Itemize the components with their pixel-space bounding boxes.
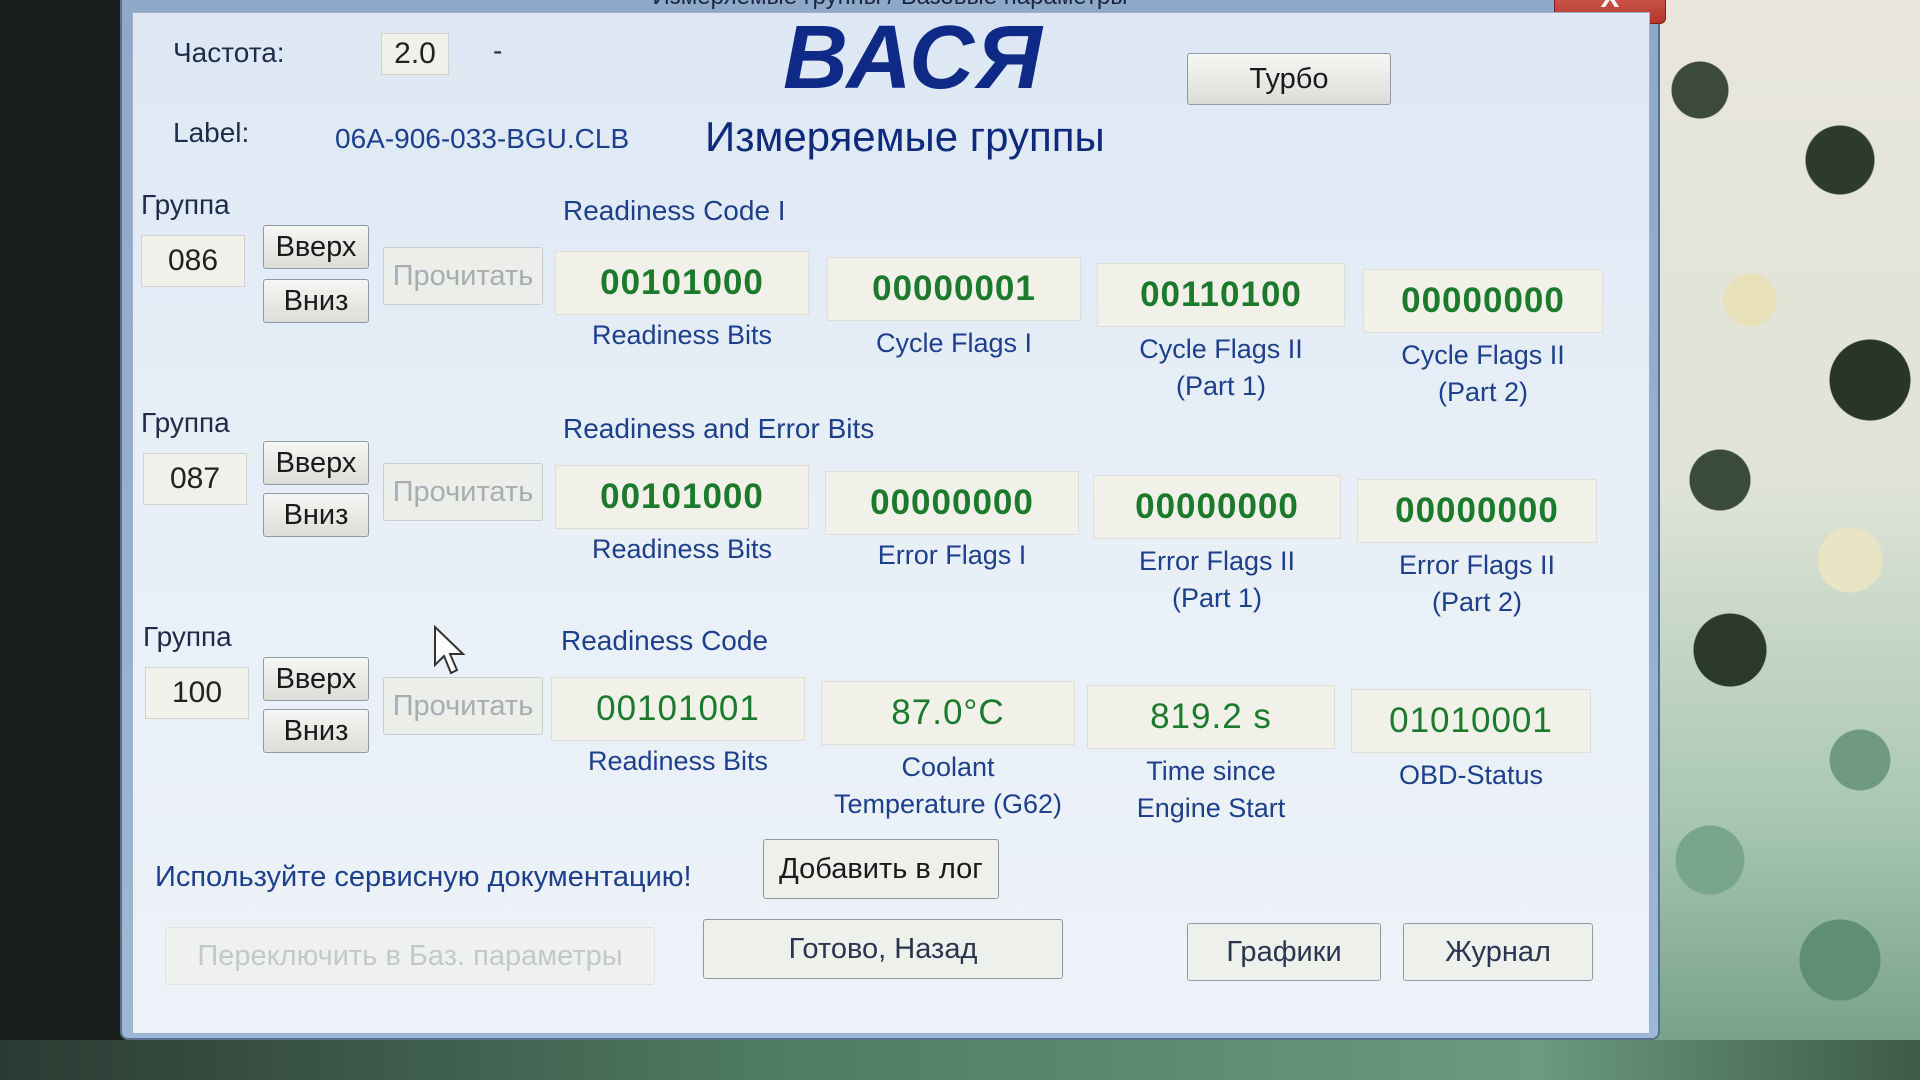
value-field: 00000000 xyxy=(1363,269,1603,333)
group-read-button[interactable]: Прочитать xyxy=(383,247,543,305)
group-number-input[interactable]: 100 xyxy=(145,667,249,719)
service-doc-hint: Используйте сервисную документацию! xyxy=(155,861,692,893)
mouse-cursor-icon xyxy=(434,625,466,675)
value-field: 00101000 xyxy=(555,251,809,315)
frequency-dash: - xyxy=(493,35,503,66)
group-read-button[interactable]: Прочитать xyxy=(383,463,543,521)
value-caption: Readiness Bits xyxy=(587,746,769,776)
value-caption: Coolant Temperature (G62) xyxy=(833,752,1063,819)
group-down-button[interactable]: Вниз xyxy=(263,709,369,753)
graphs-button[interactable]: Графики xyxy=(1187,923,1381,981)
journal-button[interactable]: Журнал xyxy=(1403,923,1593,981)
group-number-input[interactable]: 087 xyxy=(143,453,247,505)
group-label: Группа xyxy=(141,407,230,438)
group-title: Readiness Code xyxy=(561,625,769,656)
section-title: Измеряемые группы xyxy=(705,113,1105,160)
value-field: 00000000 xyxy=(1357,479,1597,543)
add-to-log-button[interactable]: Добавить в лог xyxy=(763,839,999,899)
group-title: Readiness and Error Bits xyxy=(563,413,875,444)
group-label: Группа xyxy=(141,189,230,220)
group-down-button[interactable]: Вниз xyxy=(263,279,369,323)
value-field: 00000000 xyxy=(1093,475,1341,539)
value-field: 819.2 s xyxy=(1087,685,1335,749)
group-down-button[interactable]: Вниз xyxy=(263,493,369,537)
group-up-button[interactable]: Вверх xyxy=(263,657,369,701)
value-caption: Time since Engine Start xyxy=(1136,756,1286,823)
value-field: 87.0°C xyxy=(821,681,1075,745)
done-back-button[interactable]: Готово, Назад xyxy=(703,919,1063,979)
value-field: 01010001 xyxy=(1351,689,1591,753)
value-field: 00101001 xyxy=(551,677,805,741)
group-title: Readiness Code I xyxy=(563,195,786,226)
value-caption: Cycle Flags II (Part 2) xyxy=(1401,340,1565,407)
value-caption: Readiness Bits xyxy=(591,534,773,564)
vasya-window: Измеряемые группы / Базовые параметры X … xyxy=(120,0,1666,1040)
value-field: 00101000 xyxy=(555,465,809,529)
turbo-button[interactable]: Турбо xyxy=(1187,53,1391,105)
value-caption: OBD-Status xyxy=(1398,760,1544,790)
group-number-input[interactable]: 086 xyxy=(141,235,245,287)
value-caption: Error Flags II (Part 2) xyxy=(1398,550,1556,617)
value-caption: Cycle Flags II (Part 1) xyxy=(1139,334,1303,401)
window-client-area: Частота: 2.0 - ВАСЯ Турбо Label: 06A-906… xyxy=(132,8,1650,1034)
label-caption: Label: xyxy=(173,117,250,148)
desktop-taskbar-area xyxy=(0,1040,1920,1080)
value-field: 00000001 xyxy=(827,257,1081,321)
group-read-button[interactable]: Прочитать xyxy=(383,677,543,735)
group-up-button[interactable]: Вверх xyxy=(263,225,369,269)
group-up-button[interactable]: Вверх xyxy=(263,441,369,485)
frequency-label: Частота: xyxy=(173,37,285,68)
group-label: Группа xyxy=(143,621,232,652)
switch-basic-params-button[interactable]: Переключить в Баз. параметры xyxy=(165,927,655,985)
app-title: ВАСЯ xyxy=(783,8,1044,108)
value-caption: Readiness Bits xyxy=(591,320,773,350)
value-caption: Error Flags II (Part 1) xyxy=(1138,546,1296,613)
label-file: 06A-906-033-BGU.CLB xyxy=(335,123,630,154)
value-field: 00000000 xyxy=(825,471,1079,535)
value-caption: Error Flags I xyxy=(877,540,1027,570)
frequency-value: 2.0 xyxy=(381,33,449,75)
desktop-wallpaper xyxy=(1640,0,1920,1080)
value-caption: Cycle Flags I xyxy=(875,328,1033,358)
value-field: 00110100 xyxy=(1097,263,1345,327)
